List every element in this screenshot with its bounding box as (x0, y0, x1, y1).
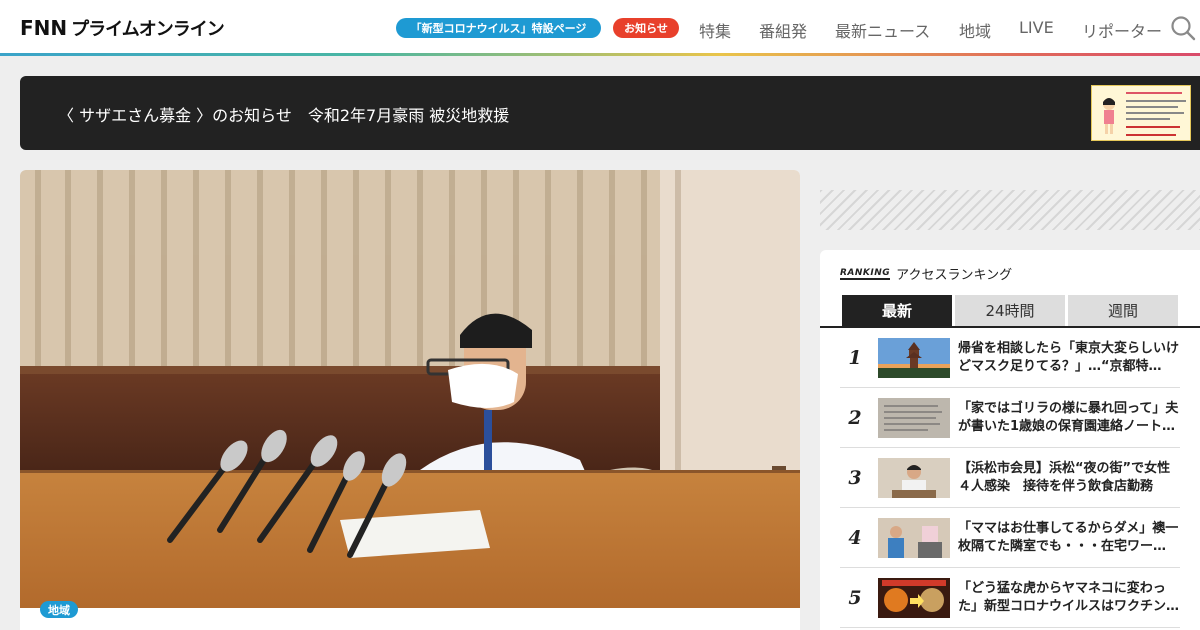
nav-latest-news[interactable]: 最新ニュース (835, 18, 930, 42)
main-article-card[interactable]: 地域 (20, 170, 800, 630)
ranking-thumbnail (878, 458, 950, 498)
banner-thumbnail (1091, 85, 1191, 141)
header-color-stripe (0, 53, 1200, 56)
ranking-item-title: 【浜松市会見】浜松“夜の街”で女性４人感染 接待を伴う飲食店勤務 (958, 461, 1171, 494)
rank-number: 4 (848, 527, 862, 549)
nav-live[interactable]: LIVE (1019, 18, 1054, 37)
banner-text-part2: 令和2年7月豪雨 被災地救援 (307, 106, 510, 125)
ranking-item[interactable]: 2 「家ではゴリラの様に暴れ回って」夫が書いた1歳娘の保育園連絡ノート… (840, 388, 1180, 448)
sazae-donation-banner[interactable]: 〈 サザエさん募金 〉のお知らせ 令和2年7月豪雨 被災地救援 (20, 76, 1200, 150)
ranking-badge: RANKING (840, 267, 891, 280)
category-tag[interactable]: 地域 (40, 601, 78, 618)
corona-special-page-link[interactable]: 「新型コロナウイルス」特設ページ (396, 18, 601, 38)
ranking-item[interactable]: 5 「どう猛な虎からヤマネコに変わった」新型コロナウイルスはワクチン… (840, 568, 1180, 628)
ranking-item-title: 「家ではゴリラの様に暴れ回って」夫が書いた1歳娘の保育園連絡ノート… (958, 401, 1179, 434)
ranking-item-title: 「ママはお仕事してるからダメ」襖一枚隔てた隣室でも・・・在宅ワー… (958, 521, 1179, 554)
ranking-item[interactable]: 1 帰省を相談したら「東京大変らしいけどマスク足りてる？」…“京都特… (840, 328, 1180, 388)
ranking-tabs: 最新 24時間 週間 (842, 295, 1178, 326)
tab-24-hours[interactable]: 24時間 (955, 295, 1065, 326)
ranking-item-title: 帰省を相談したら「東京大変らしいけどマスク足りてる？」…“京都特… (958, 341, 1180, 374)
nav-regions[interactable]: 地域 (959, 18, 991, 42)
access-ranking-panel: RANKING アクセスランキング 最新 24時間 週間 1 帰省を相談したら「… (820, 250, 1200, 630)
rank-number: 1 (848, 347, 862, 369)
banner-text: 〈 サザエさん募金 〉のお知らせ 令和2年7月豪雨 被災地救援 (58, 102, 509, 126)
rank-number: 2 (848, 407, 862, 429)
nav-programs[interactable]: 番組発 (759, 18, 807, 42)
tab-weekly[interactable]: 週間 (1068, 295, 1178, 326)
rank-number: 3 (848, 467, 862, 489)
ranking-thumbnail (878, 518, 950, 558)
ranking-title: アクセスランキング (896, 268, 1013, 283)
ranking-thumbnail (878, 398, 950, 438)
ad-placeholder (820, 190, 1200, 230)
ranking-thumbnail (878, 338, 950, 378)
ranking-item-title: 「どう猛な虎からヤマネコに変わった」新型コロナウイルスはワクチン… (958, 581, 1180, 614)
banner-text-part1: 〈 サザエさん募金 〉のお知らせ (58, 106, 292, 125)
ranking-thumbnail (878, 578, 950, 618)
site-logo[interactable]: FNN プライムオンライン (20, 16, 225, 40)
sazae-illustration (1103, 98, 1115, 134)
logo-fnn: FNN (20, 16, 68, 40)
ranking-item[interactable]: 3 【浜松市会見】浜松“夜の街”で女性４人感染 接待を伴う飲食店勤務 (840, 448, 1180, 508)
rank-number: 5 (848, 587, 862, 609)
nav-reporters[interactable]: リポーター (1082, 18, 1162, 42)
nav-features[interactable]: 特集 (699, 18, 731, 42)
tab-latest[interactable]: 最新 (842, 295, 952, 326)
notice-link[interactable]: お知らせ (613, 18, 679, 38)
ranking-header: RANKING アクセスランキング (840, 264, 1012, 283)
ranking-list: 1 帰省を相談したら「東京大変らしいけどマスク足りてる？」…“京都特… 2 「家… (840, 328, 1180, 628)
article-photo (20, 170, 800, 608)
search-icon[interactable] (1170, 15, 1196, 41)
ranking-item[interactable]: 4 「ママはお仕事してるからダメ」襖一枚隔てた隣室でも・・・在宅ワー… (840, 508, 1180, 568)
site-header: FNN プライムオンライン 「新型コロナウイルス」特設ページ お知らせ 特集 番… (0, 0, 1200, 56)
logo-text: プライムオンライン (71, 19, 225, 40)
